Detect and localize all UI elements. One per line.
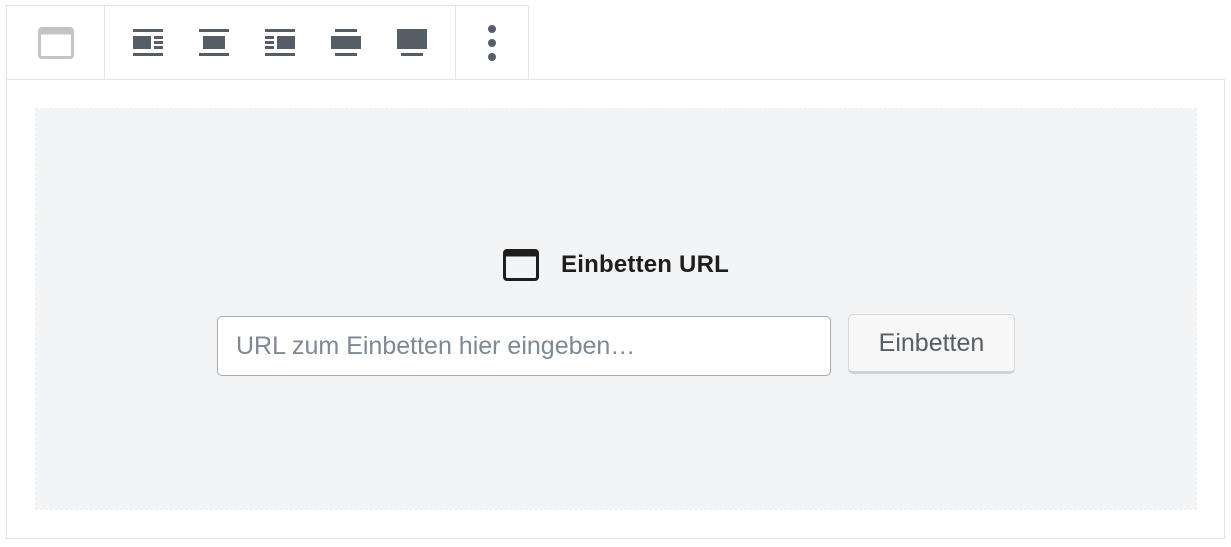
align-full-icon [397,28,427,56]
more-options-group [456,6,528,79]
align-left-icon [133,28,163,56]
more-vertical-icon [488,24,496,61]
block-type-group [7,6,105,79]
embed-url-form: Einbetten [217,314,1015,376]
embed-url-input[interactable] [217,316,831,376]
align-center-icon [199,28,229,56]
align-right-button[interactable] [247,7,313,79]
block-type-button[interactable] [7,7,104,79]
align-center-button[interactable] [181,7,247,79]
embed-icon [37,26,74,59]
align-full-button[interactable] [379,7,445,79]
align-wide-icon [331,28,361,56]
embed-submit-button[interactable]: Einbetten [848,314,1015,374]
embed-placeholder: Einbetten URL Einbetten [35,108,1197,510]
block-toolbar [6,5,529,79]
align-wide-button[interactable] [313,7,379,79]
embed-icon [503,249,540,281]
placeholder-label: Einbetten URL [36,249,1196,281]
embed-block: Einbetten URL Einbetten [6,79,1225,539]
more-options-button[interactable] [456,7,528,79]
align-left-button[interactable] [115,7,181,79]
placeholder-label-text: Einbetten URL [561,251,729,278]
alignment-group [105,6,456,79]
align-right-icon [265,28,295,56]
